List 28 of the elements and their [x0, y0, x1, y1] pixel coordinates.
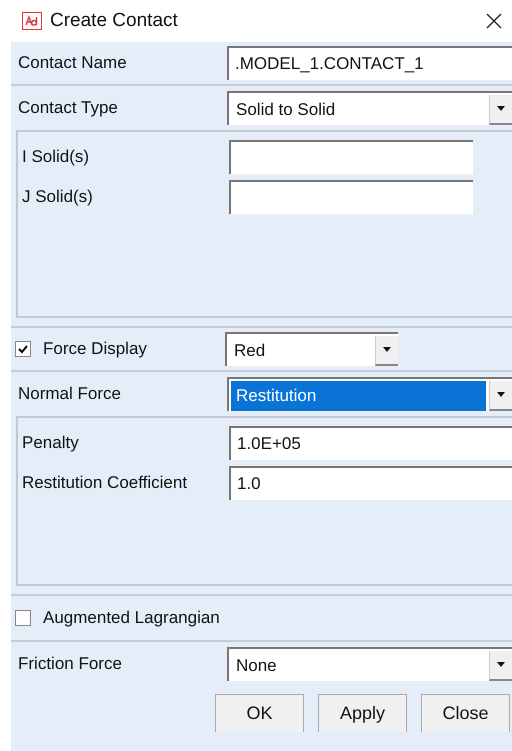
field-label: J Solid(s)	[22, 187, 94, 207]
dialog-button[interactable]: Apply	[318, 694, 407, 732]
text-field[interactable]	[229, 180, 473, 214]
checkmark-icon	[18, 344, 28, 354]
field-label: Restitution Coefficient	[22, 473, 188, 493]
field-label: Normal Force	[18, 384, 122, 404]
field-label: Penalty	[22, 433, 80, 453]
dialog-button[interactable]: OK	[215, 694, 304, 732]
field-label: Contact Type	[18, 98, 119, 118]
text-field[interactable]: .MODEL_1.CONTACT_1	[227, 46, 512, 80]
dropdown[interactable]: Red	[225, 332, 398, 366]
close-icon[interactable]	[486, 13, 502, 29]
dropdown[interactable]: None	[227, 647, 512, 681]
field-label: I Solid(s)	[22, 147, 90, 167]
text-field[interactable]: 1.0	[229, 466, 512, 500]
text-field[interactable]: 1.0E+05	[229, 426, 512, 460]
dropdown[interactable]: Restitution	[227, 377, 512, 411]
checkbox-label: Augmented Lagrangian	[43, 608, 220, 628]
dropdown[interactable]: Solid to Solid	[227, 91, 512, 125]
app-logo-icon	[22, 12, 42, 30]
checkbox[interactable]	[15, 610, 31, 626]
dialog-button[interactable]: Close	[421, 694, 510, 732]
field-label: Contact Name	[18, 53, 128, 73]
text-field[interactable]	[229, 140, 473, 174]
field-label: Friction Force	[18, 654, 123, 674]
checkbox-label: Force Display	[43, 339, 148, 359]
window-title: Create Contact	[50, 10, 179, 32]
checkbox[interactable]	[15, 341, 31, 357]
